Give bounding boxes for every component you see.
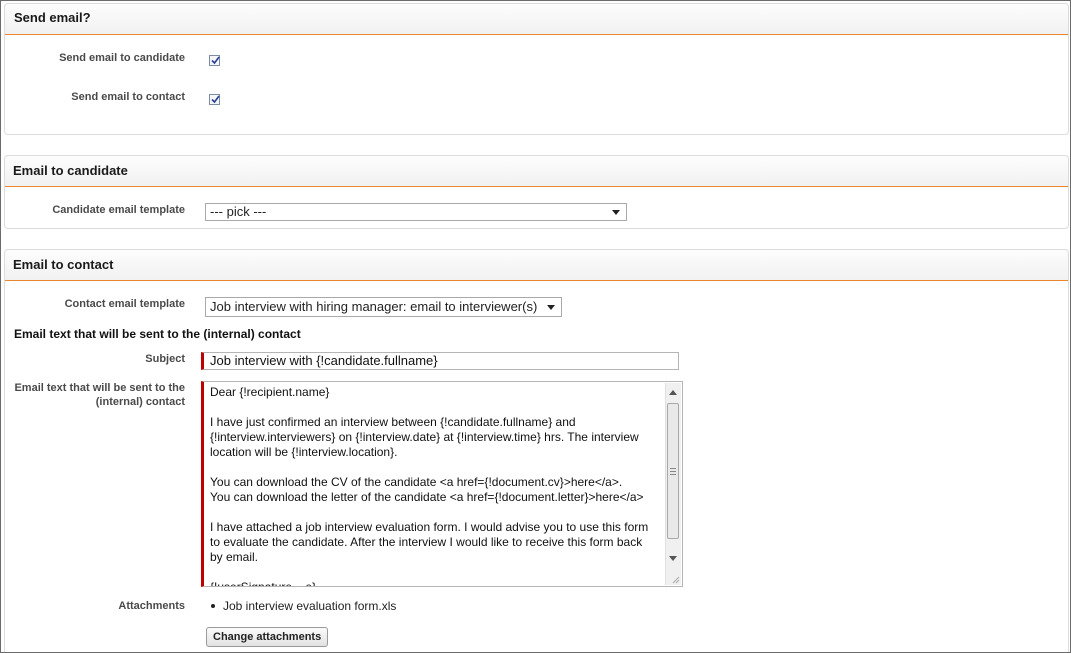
change-attachments-button[interactable]: Change attachments [206, 627, 329, 647]
panel-header [5, 156, 1068, 187]
checkmark-icon [211, 56, 220, 65]
chevron-down-icon [612, 210, 620, 215]
grip-line [670, 474, 676, 475]
bullet-icon [211, 604, 215, 608]
chevron-down-icon [547, 305, 555, 310]
send-to-contact-label: Send email to contact [71, 91, 185, 103]
grip-line [670, 471, 676, 472]
scroll-up-icon[interactable] [669, 390, 677, 395]
send-to-candidate-label: Send email to candidate [59, 52, 185, 64]
subject-input[interactable]: Job interview with {!candidate.fullname} [201, 352, 679, 370]
email-to-candidate-title: Email to candidate [13, 163, 128, 178]
panel-header [5, 250, 1068, 281]
body-label: Email text that will be sent to the (int… [14, 382, 185, 408]
send-to-contact-checkbox[interactable] [209, 94, 220, 105]
grip-line [670, 468, 676, 469]
vertical-scrollbar[interactable] [665, 383, 681, 585]
email-text-heading: Email text that will be sent to the (int… [14, 327, 301, 341]
contact-template-value: Job interview with hiring manager: email… [210, 299, 538, 314]
checkmark-icon [211, 95, 220, 104]
candidate-template-select[interactable]: --- pick --- [205, 203, 627, 221]
candidate-template-value: --- pick --- [210, 204, 267, 219]
contact-template-label: Contact email template [64, 298, 185, 310]
subject-label: Subject [145, 353, 185, 365]
email-body-text: Dear {!recipient.name} I have just confi… [210, 385, 649, 587]
panel-header [5, 4, 1068, 35]
resize-grip-icon[interactable] [671, 575, 680, 584]
scroll-down-icon[interactable] [669, 556, 677, 561]
attachments-label: Attachments [118, 600, 185, 612]
send-email-panel [4, 3, 1069, 135]
send-to-candidate-checkbox[interactable] [209, 55, 220, 66]
email-to-contact-title: Email to contact [13, 257, 114, 272]
email-body-textarea[interactable]: Dear {!recipient.name} I have just confi… [201, 381, 683, 587]
scrollbar-thumb[interactable] [667, 403, 679, 539]
candidate-template-label: Candidate email template [52, 204, 185, 216]
contact-template-select[interactable]: Job interview with hiring manager: email… [205, 297, 562, 317]
attachment-item[interactable]: Job interview evaluation form.xls [223, 599, 396, 613]
send-email-title: Send email? [14, 10, 91, 25]
